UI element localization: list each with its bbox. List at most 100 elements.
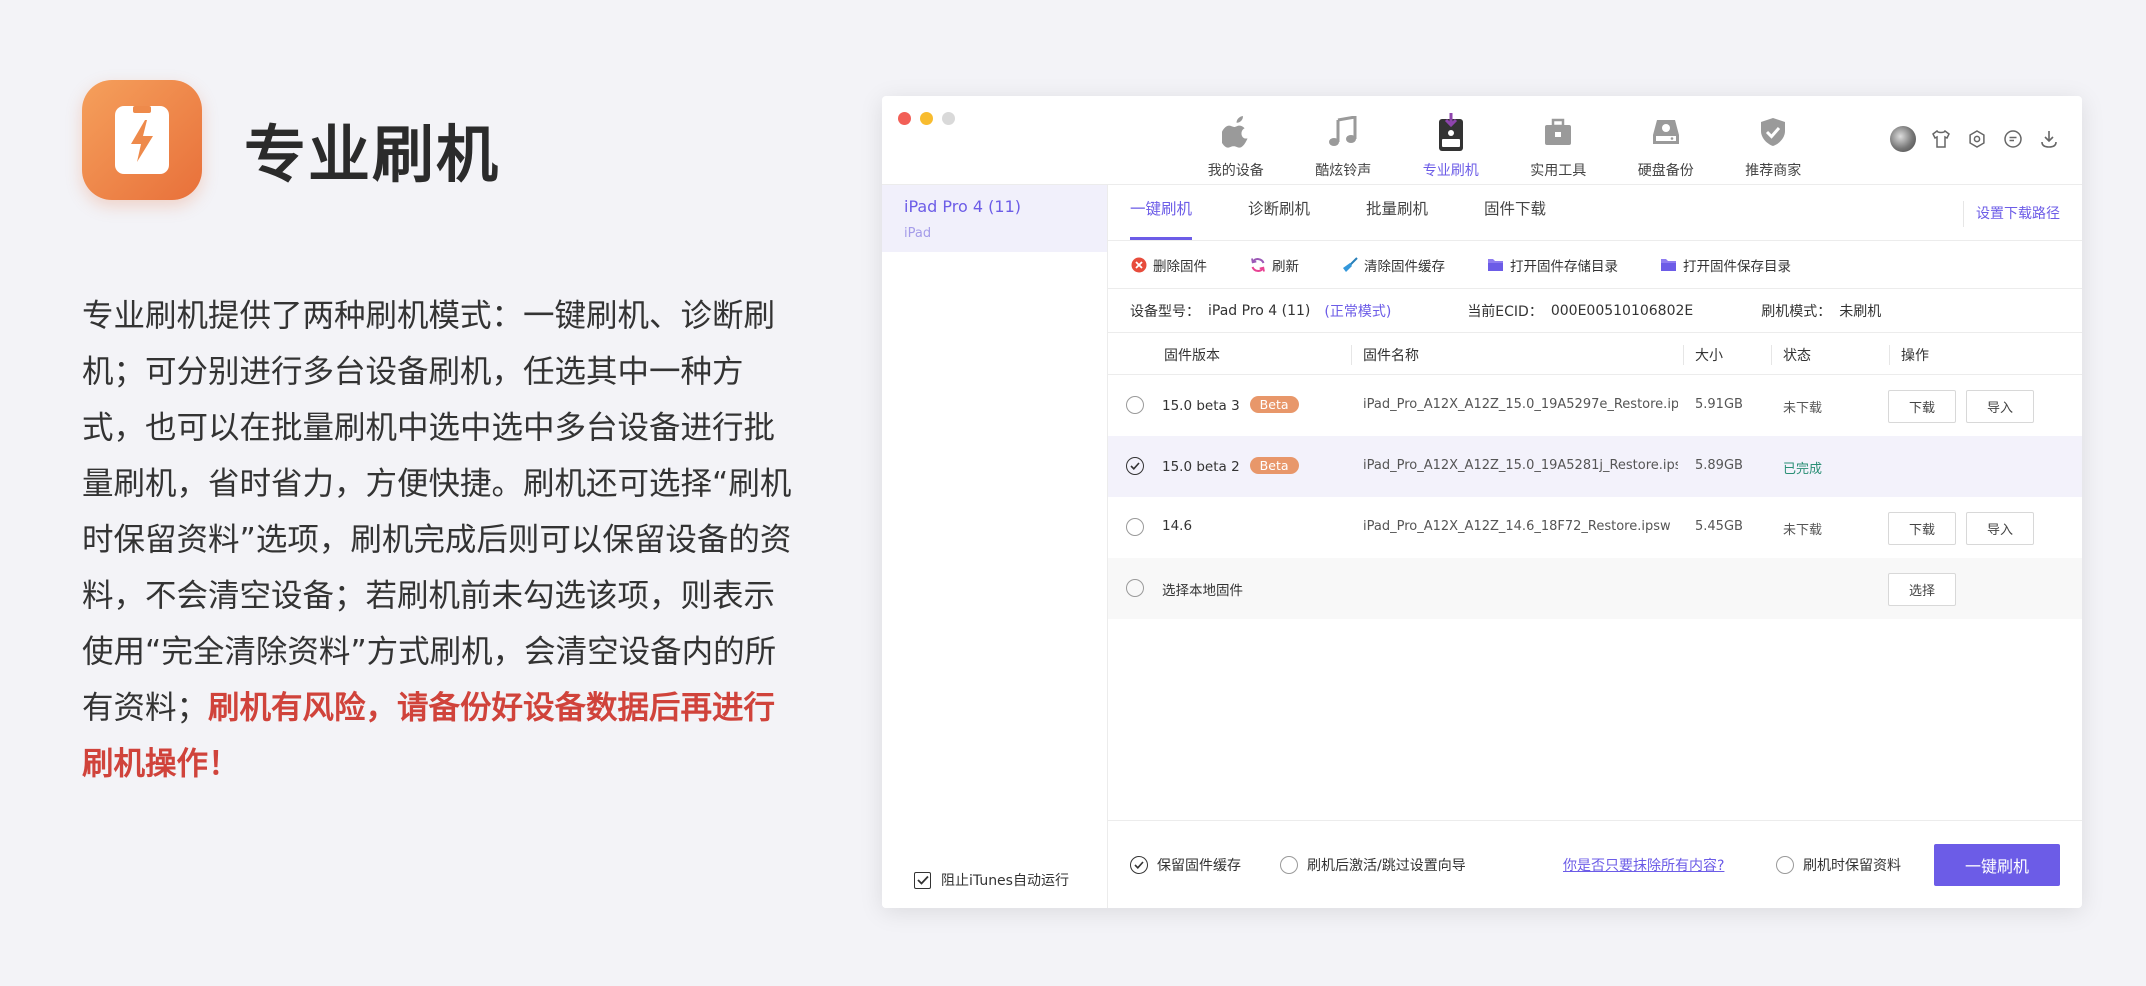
device-sidebar: iPad Pro 4 (11) iPad 阻止iTunes自动运行 (882, 185, 1108, 908)
table-row[interactable]: 15.0 beta 2 Beta iPad_Pro_A12X_A12Z_15.0_… (1108, 436, 2082, 497)
app-window: 我的设备 酷炫铃声 专业刷机 实用工具 硬盘备份 推荐商家 iPad Pro 4… (882, 96, 2082, 908)
nav-recommended[interactable]: 推荐商家 (1720, 112, 1828, 184)
window-controls (898, 112, 955, 125)
folder-icon (1660, 256, 1677, 273)
flash-mode-value: 未刷机 (1839, 303, 1882, 320)
refresh-button[interactable]: 刷新 (1249, 255, 1299, 275)
one-click-flash-button[interactable]: 一键刷机 (1934, 844, 2060, 886)
itunes-block-option[interactable]: 阻止iTunes自动运行 (914, 870, 1069, 890)
tab-one-click-flash[interactable]: 一键刷机 (1130, 197, 1193, 240)
feedback-icon[interactable] (2002, 128, 2024, 150)
toolbar-label: 清除固件缓存 (1364, 258, 1445, 275)
row-radio[interactable] (1126, 457, 1144, 475)
nav-label: 酷炫铃声 (1315, 163, 1372, 179)
ecid-value: 000E00510106802E (1550, 302, 1694, 319)
sidebar-device-item[interactable]: iPad Pro 4 (11) iPad (882, 185, 1107, 252)
col-name: 固件名称 (1363, 348, 1419, 364)
refresh-icon (1249, 256, 1266, 273)
activate-radio[interactable] (1280, 856, 1298, 874)
nav-ringtones[interactable]: 酷炫铃声 (1290, 112, 1398, 184)
nav-disk-backup[interactable]: 硬盘备份 (1612, 112, 1720, 184)
local-firmware-label: 选择本地固件 (1162, 583, 1243, 599)
flash-tabs: 一键刷机 诊断刷机 批量刷机 固件下载 设置下载路径 (1108, 185, 2082, 241)
app-logo (82, 80, 202, 200)
delete-icon (1130, 256, 1147, 273)
tab-batch-flash[interactable]: 批量刷机 (1366, 197, 1428, 240)
delete-firmware-button[interactable]: 删除固件 (1130, 255, 1207, 275)
keep-cache-label: 保留固件缓存 (1157, 858, 1241, 874)
keep-data-option[interactable]: 刷机时保留资料 (1776, 855, 1901, 875)
firmware-version: 15.0 beta 2 Beta (1162, 457, 1299, 475)
check-icon (916, 875, 929, 885)
keep-cache-option[interactable]: 保留固件缓存 (1130, 855, 1241, 875)
toolbar-label: 打开固件保存目录 (1683, 258, 1791, 275)
row-radio[interactable] (1126, 518, 1144, 536)
download-button[interactable]: 下载 (1888, 512, 1956, 545)
column-divider (1683, 345, 1684, 365)
firmware-size: 5.91GB (1695, 397, 1743, 412)
ecid-label: 当前ECID： (1467, 303, 1543, 320)
set-download-path-link[interactable]: 设置下载路径 (1963, 201, 2060, 227)
zoom-window-button[interactable] (942, 112, 955, 125)
open-storage-folder-button[interactable]: 打开固件存储目录 (1487, 255, 1618, 275)
version-text: 14.6 (1162, 518, 1193, 534)
nav-my-device[interactable]: 我的设备 (1182, 112, 1290, 184)
version-text: 15.0 beta 2 (1162, 459, 1240, 475)
download-button[interactable]: 下载 (1888, 390, 1956, 423)
download-icon[interactable] (2038, 128, 2060, 150)
row-radio[interactable] (1126, 396, 1144, 414)
row-radio[interactable] (1126, 579, 1144, 597)
tab-firmware-download[interactable]: 固件下载 (1484, 197, 1546, 240)
phone-flash-icon (115, 106, 169, 174)
firmware-name: iPad_Pro_A12X_A12Z_15.0_19A5281j_Restore… (1363, 458, 1678, 473)
activate-label: 刷机后激活/跳过设置向导 (1307, 858, 1466, 874)
keep-data-label: 刷机时保留资料 (1803, 858, 1901, 874)
avatar[interactable] (1890, 126, 1916, 152)
settings-icon[interactable] (1966, 128, 1988, 150)
music-note-icon (1328, 112, 1358, 152)
beta-badge: Beta (1249, 396, 1299, 413)
firmware-toolbar: 删除固件 刷新 清除固件缓存 打开固件存储目录 打开固件保存目录 (1108, 241, 2082, 289)
table-row[interactable]: 15.0 beta 3 Beta iPad_Pro_A12X_A12Z_15.0_… (1108, 375, 2082, 436)
activate-option[interactable]: 刷机后激活/跳过设置向导 (1280, 855, 1466, 875)
tab-diagnostic-flash[interactable]: 诊断刷机 (1248, 197, 1310, 240)
flash-mode-label: 刷机模式： (1761, 303, 1832, 320)
open-save-folder-button[interactable]: 打开固件保存目录 (1660, 255, 1791, 275)
nav-pro-flash[interactable]: 专业刷机 (1397, 112, 1505, 184)
toolbar-label: 刷新 (1272, 258, 1299, 275)
device-mode: (正常模式) (1324, 303, 1392, 320)
device-info-bar: 设备型号： iPad Pro 4 (11) (正常模式) 当前ECID： 000… (1108, 289, 2082, 333)
nav-label: 硬盘备份 (1637, 163, 1694, 179)
top-navigation: 我的设备 酷炫铃声 专业刷机 实用工具 硬盘备份 推荐商家 (1182, 112, 1827, 184)
model-label: 设备型号： (1130, 303, 1200, 320)
col-version: 固件版本 (1164, 348, 1220, 364)
firmware-name: iPad_Pro_A12X_A12Z_14.6_18F72_Restore.ip… (1363, 519, 1671, 534)
import-button[interactable]: 导入 (1966, 512, 2034, 545)
top-tools (1890, 126, 2060, 152)
local-firmware-row[interactable]: 选择本地固件 选择 (1108, 558, 2082, 619)
nav-tools[interactable]: 实用工具 (1505, 112, 1613, 184)
import-button[interactable]: 导入 (1966, 390, 2034, 423)
hero-description-text: 专业刷机提供了两种刷机模式：一键刷机、诊断刷机；可分别进行多台设备刷机，任选其中… (82, 298, 792, 726)
firmware-size: 5.89GB (1695, 458, 1743, 473)
firmware-status: 已完成 (1783, 462, 1823, 477)
nav-label: 我的设备 (1207, 163, 1264, 179)
close-window-button[interactable] (898, 112, 911, 125)
select-local-button[interactable]: 选择 (1888, 573, 1956, 606)
erase-all-link[interactable]: 你是否只要抹除所有内容? (1563, 855, 1724, 875)
clear-cache-button[interactable]: 清除固件缓存 (1341, 255, 1445, 275)
table-row[interactable]: 14.6 iPad_Pro_A12X_A12Z_14.6_18F72_Resto… (1108, 497, 2082, 558)
column-divider (1351, 345, 1352, 365)
column-divider (1771, 345, 1772, 365)
nav-label: 推荐商家 (1745, 163, 1802, 179)
minimize-window-button[interactable] (920, 112, 933, 125)
keep-data-radio[interactable] (1776, 856, 1794, 874)
tshirt-icon[interactable] (1930, 128, 1952, 150)
nav-label: 实用工具 (1530, 163, 1587, 179)
keep-cache-radio[interactable] (1130, 856, 1148, 874)
device-type: iPad (904, 226, 932, 241)
folder-icon (1487, 256, 1504, 273)
firmware-table-header: 固件版本 固件名称 大小 状态 操作 (1108, 333, 2082, 375)
firmware-size: 5.45GB (1695, 519, 1743, 534)
itunes-checkbox[interactable] (914, 871, 931, 889)
